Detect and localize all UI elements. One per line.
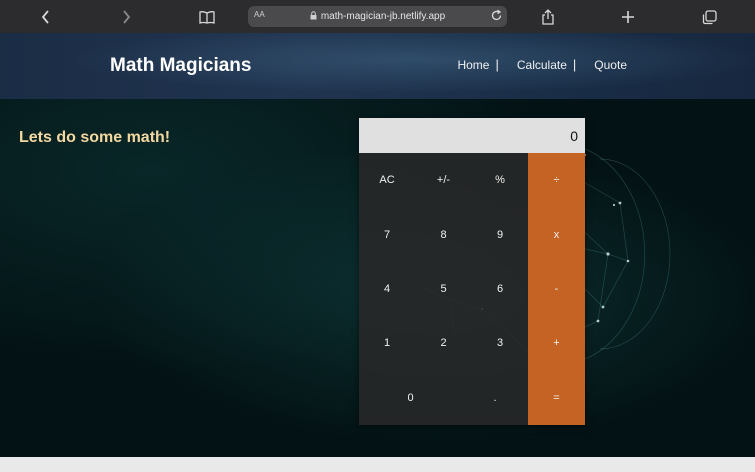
app-header: Math Magicians Home | Calculate | Quote (0, 33, 755, 99)
app-logo[interactable]: Math Magicians (110, 55, 251, 77)
reload-icon[interactable] (490, 9, 503, 25)
text-size-button[interactable]: AA (254, 10, 265, 19)
key-2[interactable]: 2 (415, 316, 472, 370)
key-7[interactable]: 7 (359, 207, 415, 262)
tabs-overview-icon[interactable] (698, 6, 720, 28)
key-3[interactable]: 3 (472, 316, 528, 370)
key-8[interactable]: 8 (415, 207, 472, 262)
bookmarks-icon[interactable] (196, 6, 218, 28)
key-multiply[interactable]: x (528, 207, 585, 262)
url-text: math-magician-jb.netlify.app (320, 11, 446, 22)
key-6[interactable]: 6 (472, 262, 528, 316)
nav-quote-link[interactable]: Quote (594, 58, 627, 72)
forward-icon[interactable] (115, 6, 137, 28)
calculator-keypad: AC +/- % ÷ 7 8 9 x 4 5 6 - 1 2 3 + 0 . = (359, 153, 585, 425)
key-4[interactable]: 4 (359, 262, 415, 316)
browser-toolbar: AA math-magician-jb.netlify.app (0, 0, 755, 34)
key-sign[interactable]: +/- (415, 153, 472, 207)
main-nav: Home | Calculate | Quote (457, 57, 627, 72)
key-percent[interactable]: % (472, 153, 528, 207)
browser-bottom-edge (0, 457, 755, 472)
address-bar[interactable]: AA math-magician-jb.netlify.app (248, 6, 507, 27)
main-content: Lets do some math! 0 AC +/- % ÷ 7 8 9 x … (0, 99, 755, 457)
calculator: 0 AC +/- % ÷ 7 8 9 x 4 5 6 - 1 2 3 + 0 .… (359, 118, 585, 425)
share-icon[interactable] (537, 6, 559, 28)
key-ac[interactable]: AC (359, 153, 415, 207)
nav-separator: | (495, 57, 499, 72)
key-equals[interactable]: = (528, 370, 585, 425)
key-9[interactable]: 9 (472, 207, 528, 262)
new-tab-icon[interactable] (617, 6, 639, 28)
key-decimal[interactable]: . (462, 370, 528, 425)
key-divide[interactable]: ÷ (528, 153, 585, 207)
key-5[interactable]: 5 (415, 262, 472, 316)
key-0[interactable]: 0 (359, 370, 462, 425)
nav-home-link[interactable]: Home (457, 58, 489, 72)
page-heading: Lets do some math! (19, 129, 171, 146)
lock-icon (310, 11, 317, 22)
nav-calculate-link[interactable]: Calculate (517, 58, 567, 72)
calculator-display: 0 (359, 118, 585, 153)
nav-separator: | (572, 57, 577, 72)
back-icon[interactable] (35, 6, 57, 28)
key-minus[interactable]: - (528, 262, 585, 316)
key-1[interactable]: 1 (359, 316, 415, 370)
key-plus[interactable]: + (528, 316, 585, 370)
